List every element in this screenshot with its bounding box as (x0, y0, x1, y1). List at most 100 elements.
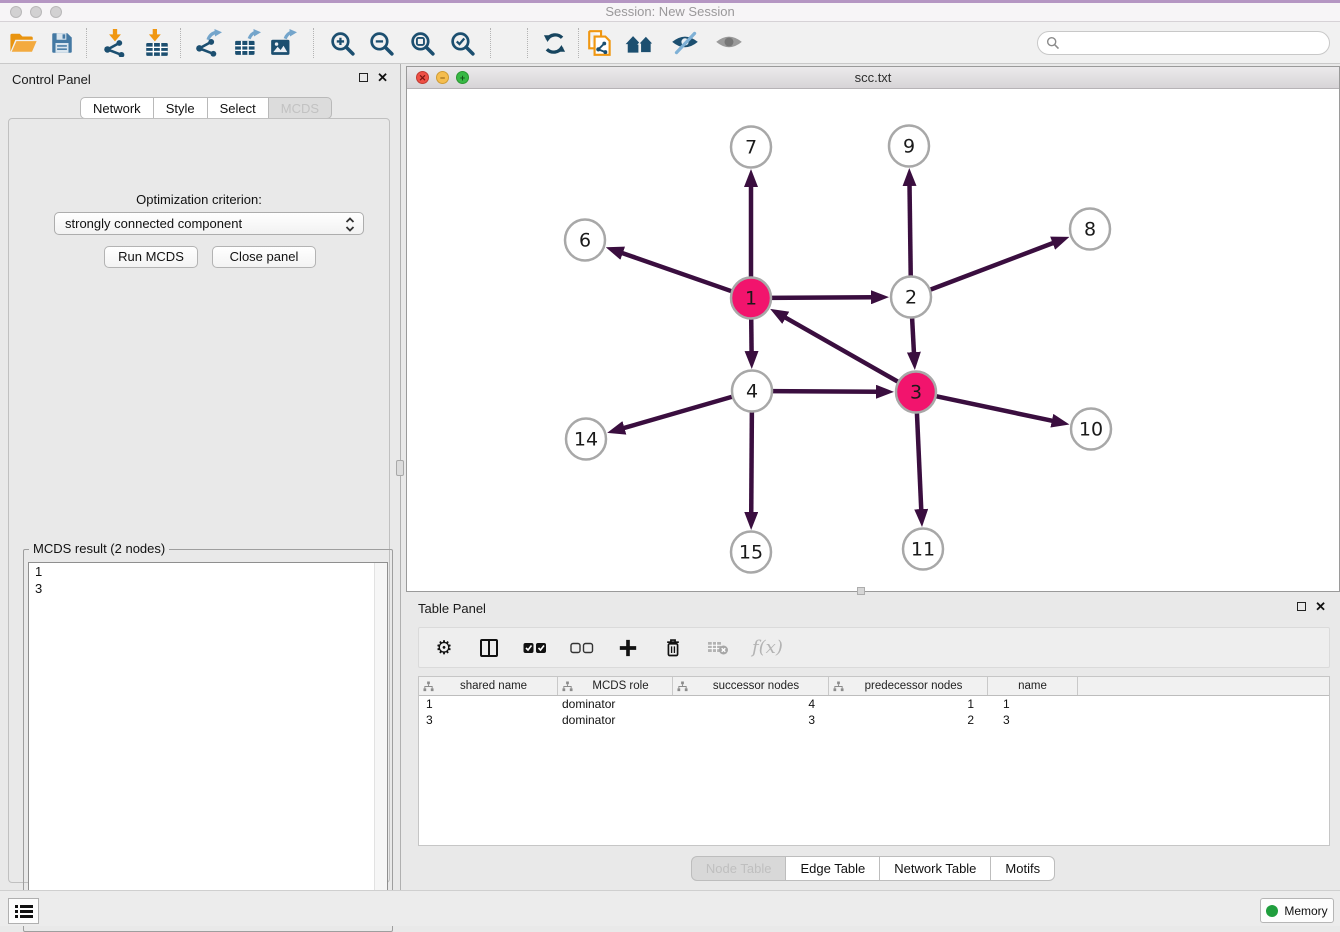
graph-edge-2-8[interactable] (928, 242, 1056, 290)
graph-edge-3-10[interactable] (934, 396, 1055, 422)
column-header-predecessor-nodes[interactable]: predecessor nodes (829, 677, 988, 695)
table-cell[interactable]: dominator (558, 696, 673, 712)
refresh-view-button[interactable] (537, 27, 571, 59)
import-network-button[interactable] (98, 27, 132, 59)
tab-network[interactable]: Network (80, 97, 154, 119)
close-panel-button[interactable]: Close panel (212, 246, 316, 268)
search-input[interactable] (1060, 36, 1329, 51)
svg-text:7: 7 (745, 137, 757, 159)
panel-divider-handle[interactable] (396, 460, 404, 476)
mcds-result-item[interactable]: 1 (29, 563, 387, 580)
table-cell[interactable]: 4 (673, 696, 829, 712)
tab-motifs[interactable]: Motifs (991, 856, 1055, 881)
new-network-from-selection-button[interactable] (583, 27, 617, 59)
export-table-button[interactable] (230, 27, 264, 59)
table-cell[interactable]: 2 (829, 712, 988, 728)
float-table-panel-icon[interactable] (1297, 602, 1306, 611)
graph-edge-3-11[interactable] (917, 410, 922, 512)
toolbar-separator (313, 28, 314, 58)
table-cell[interactable]: 3 (673, 712, 829, 728)
tab-edge-table[interactable]: Edge Table (786, 856, 880, 881)
import-table-button[interactable] (140, 27, 174, 59)
column-header-shared-name[interactable]: shared name (419, 677, 558, 695)
table-cell[interactable]: 1 (988, 696, 1078, 712)
float-panel-icon[interactable] (359, 73, 368, 82)
list-icon (14, 903, 34, 920)
columns-icon (480, 639, 498, 657)
graph-node-9[interactable]: 9 (889, 126, 929, 167)
export-image-button[interactable] (266, 27, 300, 59)
zoom-in-button[interactable] (325, 27, 359, 59)
memory-button[interactable]: Memory (1260, 898, 1334, 923)
tab-mcds[interactable]: MCDS (269, 97, 332, 119)
network-window-titlebar[interactable]: ✕ − + scc.txt (407, 67, 1339, 89)
graph-node-6[interactable]: 6 (565, 220, 605, 261)
search-field[interactable] (1037, 31, 1330, 55)
delete-columns-button[interactable] (662, 637, 684, 659)
graph-edge-3-1[interactable] (783, 316, 900, 383)
table-cell[interactable]: 1 (829, 696, 988, 712)
graph-node-2[interactable]: 2 (891, 277, 931, 318)
refresh-icon (541, 30, 568, 57)
show-all-button[interactable] (712, 27, 746, 59)
tab-network-table[interactable]: Network Table (880, 856, 991, 881)
function-builder-button[interactable]: f(x) (752, 637, 783, 658)
result-scrollbar[interactable] (374, 563, 387, 922)
graph-node-14[interactable]: 14 (566, 419, 606, 460)
table-row[interactable]: 3dominator323 (419, 712, 1329, 728)
zoom-fit-button[interactable] (405, 27, 439, 59)
table-cell[interactable]: 1 (419, 696, 558, 712)
hide-selected-button[interactable] (668, 27, 702, 59)
tab-node-table[interactable]: Node Table (691, 856, 787, 881)
graph-node-8[interactable]: 8 (1070, 209, 1110, 250)
table-cell[interactable]: dominator (558, 712, 673, 728)
column-header-successor-nodes[interactable]: successor nodes (673, 677, 829, 695)
window-resize-handle[interactable] (857, 587, 865, 595)
graph-edge-2-9[interactable] (909, 183, 910, 279)
column-header-name[interactable]: name (988, 677, 1078, 695)
network-canvas[interactable]: 7 9 6 8 1 2 4 3 14 10 15 11 (407, 89, 1339, 591)
zoom-out-button[interactable] (364, 27, 398, 59)
tab-select[interactable]: Select (208, 97, 269, 119)
criterion-dropdown[interactable]: strongly connected component (54, 212, 364, 235)
table-cell[interactable]: 3 (419, 712, 558, 728)
create-column-button[interactable] (617, 638, 639, 658)
svg-text:14: 14 (574, 429, 598, 451)
table-cell[interactable]: 3 (988, 712, 1078, 728)
table-row[interactable]: 1dominator411 (419, 696, 1329, 712)
graph-edge-1-2[interactable] (769, 297, 874, 298)
save-session-button[interactable] (45, 27, 79, 59)
first-neighbors-button[interactable] (623, 27, 657, 59)
tab-style[interactable]: Style (154, 97, 208, 119)
graph-node-3[interactable]: 3 (896, 372, 936, 413)
run-mcds-button[interactable]: Run MCDS (104, 246, 198, 268)
graph-node-1[interactable]: 1 (731, 278, 771, 319)
zoom-selected-button[interactable] (445, 27, 479, 59)
close-table-panel-icon[interactable]: ✕ (1315, 602, 1326, 611)
export-network-button[interactable] (191, 27, 225, 59)
mcds-result-item[interactable]: 3 (29, 580, 387, 597)
table-panel: Table Panel ✕ ⚙ (406, 595, 1340, 890)
graph-node-15[interactable]: 15 (731, 532, 771, 573)
gear-icon: ⚙ (435, 638, 452, 658)
unselect-all-columns-button[interactable] (570, 642, 594, 654)
open-session-button[interactable] (6, 27, 40, 59)
graph-edge-4-3[interactable] (770, 391, 879, 392)
graph-edge-2-3[interactable] (912, 315, 914, 355)
search-icon (1046, 36, 1060, 50)
select-all-columns-button[interactable] (523, 642, 547, 654)
graph-node-11[interactable]: 11 (903, 529, 943, 570)
graph-node-7[interactable]: 7 (731, 127, 771, 168)
delete-table-button[interactable] (707, 640, 729, 656)
graph-edge-1-6[interactable] (620, 252, 734, 292)
graph-node-4[interactable]: 4 (732, 371, 772, 412)
close-panel-icon[interactable]: ✕ (377, 73, 388, 82)
table-settings-button[interactable]: ⚙ (433, 638, 455, 658)
graph-edge-4-15[interactable] (751, 409, 752, 515)
task-history-button[interactable] (8, 898, 39, 924)
show-columns-button[interactable] (478, 639, 500, 657)
column-header-MCDS-role[interactable]: MCDS role (558, 677, 673, 695)
graph-edge-4-14[interactable] (622, 396, 735, 429)
graph-node-10[interactable]: 10 (1071, 409, 1111, 450)
mcds-result-list[interactable]: 13 (28, 562, 388, 923)
